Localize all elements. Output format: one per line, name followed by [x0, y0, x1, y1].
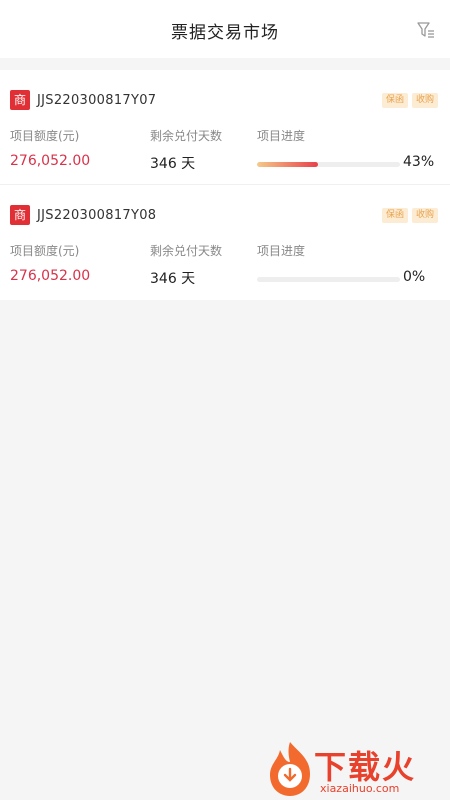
- header-gap: [0, 58, 450, 70]
- progress-label: 项目进度: [257, 129, 306, 143]
- tag-group: 保函 收购: [381, 208, 438, 223]
- tag-acquire: 收购: [411, 208, 438, 223]
- progress-label: 项目进度: [257, 244, 306, 258]
- amount-label: 项目额度(元): [10, 244, 80, 258]
- bill-card[interactable]: 商 JJS220300817Y08 保函 收购 项目额度(元) 剩余兑付天数 项…: [0, 185, 450, 300]
- tag-acquire: 收购: [411, 93, 438, 108]
- progress-percent: 43%: [403, 154, 435, 170]
- progress-bar: [257, 277, 400, 282]
- days-label: 剩余兑付天数: [150, 129, 223, 143]
- bill-code: JJS220300817Y07: [37, 92, 157, 108]
- bill-card[interactable]: 商 JJS220300817Y07 保函 收购 项目额度(元) 剩余兑付天数 项…: [0, 70, 450, 185]
- top-bar: 票据交易市场: [0, 0, 450, 58]
- days-value: 346 天: [150, 271, 196, 287]
- progress-fill: [257, 162, 319, 167]
- days-value: 346 天: [150, 156, 196, 172]
- tag-group: 保函 收购: [381, 93, 438, 108]
- filter-icon[interactable]: [416, 20, 436, 40]
- tag-guarantee: 保函: [381, 208, 408, 223]
- bill-code: JJS220300817Y08: [37, 207, 157, 223]
- commercial-badge: 商: [10, 205, 30, 225]
- commercial-badge: 商: [10, 90, 30, 110]
- watermark-logo: 下载火 xiazaihuo.com: [264, 738, 450, 800]
- progress-percent: 0%: [403, 269, 426, 285]
- tag-guarantee: 保函: [381, 93, 408, 108]
- watermark-domain: xiazaihuo.com: [320, 782, 400, 795]
- bill-list: 商 JJS220300817Y07 保函 收购 项目额度(元) 剩余兑付天数 项…: [0, 70, 450, 300]
- card-header: 商 JJS220300817Y08: [10, 205, 156, 225]
- card-header: 商 JJS220300817Y07: [10, 90, 156, 110]
- days-label: 剩余兑付天数: [150, 244, 223, 258]
- progress-bar: [257, 162, 400, 167]
- page-title: 票据交易市场: [171, 23, 279, 43]
- flame-logo-icon: [270, 742, 310, 796]
- amount-value: 276,052.00: [10, 153, 91, 169]
- amount-label: 项目额度(元): [10, 129, 80, 143]
- amount-value: 276,052.00: [10, 268, 91, 284]
